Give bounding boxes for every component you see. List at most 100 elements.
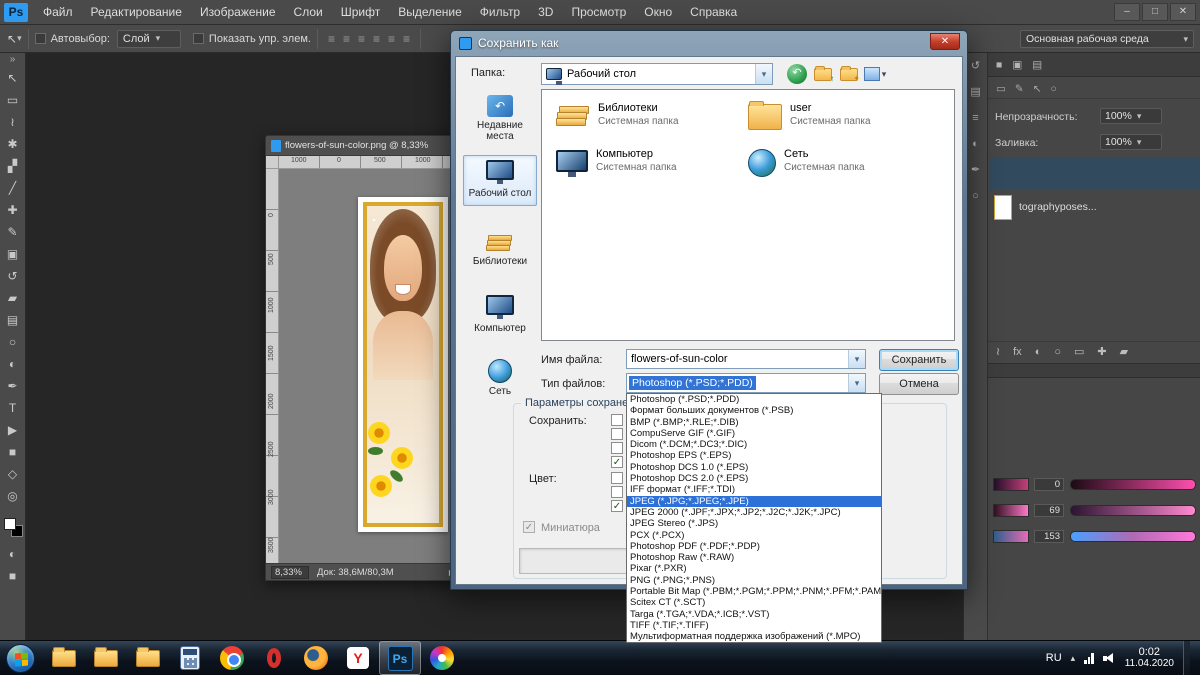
photoshop-button[interactable]: Ps [379, 641, 421, 675]
document-viewport[interactable] [279, 169, 460, 563]
align-middle-icon[interactable]: ≡ [388, 32, 395, 46]
menu-type[interactable]: Шрифт [332, 0, 389, 25]
save-button[interactable]: Сохранить [879, 349, 959, 371]
lock-icon[interactable]: ▭ [996, 83, 1006, 95]
format-option[interactable]: IFF формат (*.IFF;*.TDI) [627, 484, 881, 495]
format-option[interactable]: Формат больших документов (*.PSB) [627, 405, 881, 416]
healing-brush-tool[interactable]: ✚ [0, 199, 25, 221]
color-option-checkbox[interactable] [611, 486, 623, 498]
format-option[interactable]: JPEG 2000 (*.JPF;*.JPX;*.JP2;*.J2C;*.J2K… [627, 507, 881, 518]
format-option[interactable]: PNG (*.PNG;*.PNS) [627, 575, 881, 586]
color-value-field[interactable]: 0 [1034, 478, 1064, 491]
autoselect-target-select[interactable]: Слой ▾ [116, 29, 181, 48]
calculator-button[interactable] [169, 641, 211, 675]
marquee-tool[interactable]: ▭ [0, 89, 25, 111]
chevron-down-icon[interactable]: ▾ [848, 374, 865, 392]
menu-view[interactable]: Просмотр [562, 0, 635, 25]
up-one-level-button[interactable]: ↑ [811, 63, 835, 85]
documents-folder-button[interactable] [85, 641, 127, 675]
explorer-button[interactable] [43, 641, 85, 675]
screen-mode-button[interactable]: ■ [0, 565, 25, 587]
color-slider[interactable] [1070, 531, 1196, 542]
pen-tool[interactable]: ✒ [0, 375, 25, 397]
gradient-tool[interactable]: ▤ [0, 309, 25, 331]
menu-image[interactable]: Изображение [191, 0, 285, 25]
quick-mask-button[interactable]: ◐ [0, 543, 25, 565]
layer-effects-icon[interactable]: fx [1013, 346, 1022, 358]
save-option-checkbox[interactable] [611, 442, 623, 454]
color-chip[interactable] [993, 478, 1029, 491]
align-bottom-icon[interactable]: ≡ [403, 32, 410, 46]
selected-layer-row[interactable] [989, 157, 1200, 189]
view-menu-button[interactable]: ▾ [863, 63, 887, 85]
show-desktop-button[interactable] [1183, 640, 1190, 675]
color-chip[interactable] [993, 530, 1029, 543]
clone-stamp-tool[interactable]: ▣ [0, 243, 25, 265]
format-option[interactable]: Photoshop EPS (*.EPS) [627, 450, 881, 461]
restore-button[interactable]: □ [1142, 3, 1168, 21]
adjustment-layer-icon[interactable]: ○ [1054, 346, 1061, 358]
panel-tab-icon[interactable]: ▤ [1032, 59, 1042, 71]
format-option[interactable]: Photoshop (*.PSD;*.PDD) [627, 394, 881, 405]
format-option[interactable]: JPEG Stereo (*.JPS) [627, 518, 881, 529]
shape-tool[interactable]: ■ [0, 441, 25, 463]
chevron-down-icon[interactable]: ▾ [848, 350, 865, 368]
new-folder-button[interactable]: ✦ [837, 63, 861, 85]
menu-window[interactable]: Окно [635, 0, 681, 25]
save-option-checkbox[interactable]: ✓ [611, 456, 623, 468]
align-center-icon[interactable]: ≡ [343, 32, 350, 46]
layer-mask-icon[interactable]: ◐ [1035, 346, 1042, 358]
align-right-icon[interactable]: ≡ [358, 32, 365, 46]
lock-icon[interactable]: ○ [1051, 83, 1057, 95]
format-option[interactable]: Photoshop Raw (*.RAW) [627, 552, 881, 563]
delete-layer-icon[interactable]: ▰ [1120, 345, 1128, 358]
file-item-network[interactable]: Сеть Системная папка [748, 148, 938, 192]
current-tool-icon[interactable]: ↖ [7, 32, 17, 46]
foreground-color-swatch[interactable] [3, 518, 16, 530]
blur-tool[interactable]: ○ [0, 331, 25, 353]
zoom-tool[interactable]: ◎ [0, 485, 25, 507]
align-left-icon[interactable]: ≡ [328, 32, 335, 46]
format-option[interactable]: Мультиформатная поддержка изображений (*… [627, 631, 881, 642]
volume-tray-icon[interactable] [1102, 652, 1116, 664]
color-value-field[interactable]: 69 [1034, 504, 1064, 517]
document-titlebar[interactable]: flowers-of-sun-color.png @ 8,33% [266, 136, 460, 156]
quick-selection-tool[interactable]: ✱ [0, 133, 25, 155]
color-slider[interactable] [1070, 505, 1196, 516]
brush-tool[interactable]: ✎ [0, 221, 25, 243]
format-option[interactable]: Portable Bit Map (*.PBM;*.PGM;*.PPM;*.PN… [627, 586, 881, 597]
pictures-folder-button[interactable] [127, 641, 169, 675]
format-option[interactable]: Scitex CT (*.SCT) [627, 597, 881, 608]
menu-select[interactable]: Выделение [389, 0, 471, 25]
new-layer-icon[interactable]: ✚ [1097, 345, 1106, 358]
color-swatches[interactable] [3, 517, 23, 537]
dodge-tool[interactable]: ◐ [0, 353, 25, 375]
place-network[interactable]: Сеть [463, 359, 537, 397]
folder-combobox[interactable]: Рабочий стол ▾ [541, 63, 773, 85]
color-option-checkbox[interactable] [611, 472, 623, 484]
thumbnail-checkbox[interactable]: ✓ [523, 521, 535, 533]
save-option-checkbox[interactable] [611, 428, 623, 440]
lasso-tool[interactable]: ≀ [0, 111, 25, 133]
color-option-checkbox[interactable]: ✓ [611, 500, 623, 512]
format-option[interactable]: TIFF (*.TIF;*.TIFF) [627, 620, 881, 631]
menu-layers[interactable]: Слои [285, 0, 332, 25]
place-computer[interactable]: Компьютер [463, 295, 537, 334]
tool-preset-caret-icon[interactable]: ▾ [17, 33, 22, 44]
workspace-select[interactable]: Основная рабочая среда ▾ [1020, 30, 1194, 48]
autoselect-checkbox[interactable] [34, 33, 46, 44]
cancel-button[interactable]: Отмена [879, 373, 959, 395]
language-indicator[interactable]: RU [1046, 652, 1062, 664]
eraser-tool[interactable]: ▰ [0, 287, 25, 309]
color-chip[interactable] [993, 504, 1029, 517]
collapse-panel-icon[interactable]: » [10, 53, 16, 67]
fill-value-field[interactable]: 100% ▾ [1100, 134, 1162, 150]
lock-icon[interactable]: ↖ [1033, 83, 1042, 95]
history-brush-tool[interactable]: ↺ [0, 265, 25, 287]
crop-tool[interactable]: ▞ [0, 155, 25, 177]
move-tool[interactable]: ↖ [0, 67, 25, 89]
format-option[interactable]: BMP (*.BMP;*.RLE;*.DIB) [627, 417, 881, 428]
format-option[interactable]: Pixar (*.PXR) [627, 563, 881, 574]
minimize-button[interactable]: – [1114, 3, 1140, 21]
back-button[interactable]: ↶ [785, 63, 809, 85]
